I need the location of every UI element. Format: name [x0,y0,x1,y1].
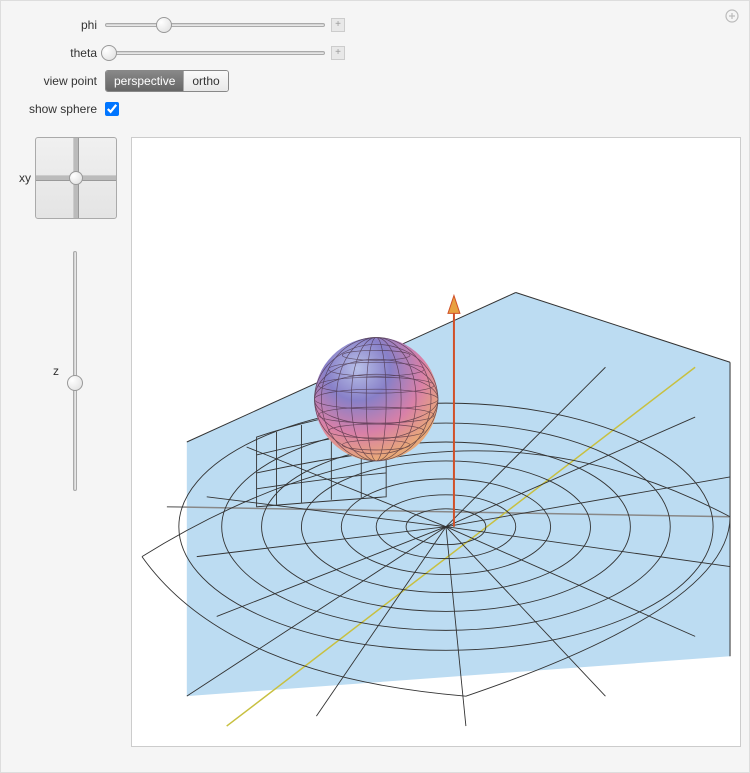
viewpoint-row: view point perspective ortho [13,71,737,91]
viewpoint-perspective-button[interactable]: perspective [106,71,184,91]
theta-label: theta [13,46,105,60]
scene-svg [132,138,740,746]
plane-surface [187,292,730,696]
z-label: z [53,364,59,378]
z-slider-thumb[interactable] [67,375,83,391]
theta-expand-icon[interactable]: + [331,46,345,60]
show-sphere-row: show sphere [13,99,737,119]
z-control: z [53,241,83,501]
xy-label: xy [19,171,31,185]
phi-row: phi + [13,15,737,35]
expand-icon[interactable] [725,9,739,23]
phi-expand-icon[interactable]: + [331,18,345,32]
body-area: xy z [9,137,741,747]
left-controls: xy z [13,137,123,747]
show-sphere-label: show sphere [13,102,105,116]
theta-slider[interactable] [105,45,325,61]
viewpoint-toggle: perspective ortho [105,70,229,92]
phi-slider[interactable] [105,17,325,33]
graphics-viewport[interactable] [131,137,741,747]
theta-slider-thumb[interactable] [101,45,117,61]
manipulate-panel: phi + theta + view point perspective ort… [0,0,750,773]
sphere [314,337,438,461]
viewpoint-label: view point [13,74,105,88]
z-slider[interactable] [67,251,83,491]
xy-control: xy [19,137,117,219]
phi-slider-thumb[interactable] [156,17,172,33]
xy-pad-thumb[interactable] [69,171,83,185]
phi-label: phi [13,18,105,32]
show-sphere-checkbox[interactable] [105,102,119,116]
viewpoint-ortho-button[interactable]: ortho [184,71,227,91]
controls-area: phi + theta + view point perspective ort… [9,9,741,137]
z-axis-arrowhead-icon [448,295,460,313]
theta-row: theta + [13,43,737,63]
xy-pad[interactable] [35,137,117,219]
